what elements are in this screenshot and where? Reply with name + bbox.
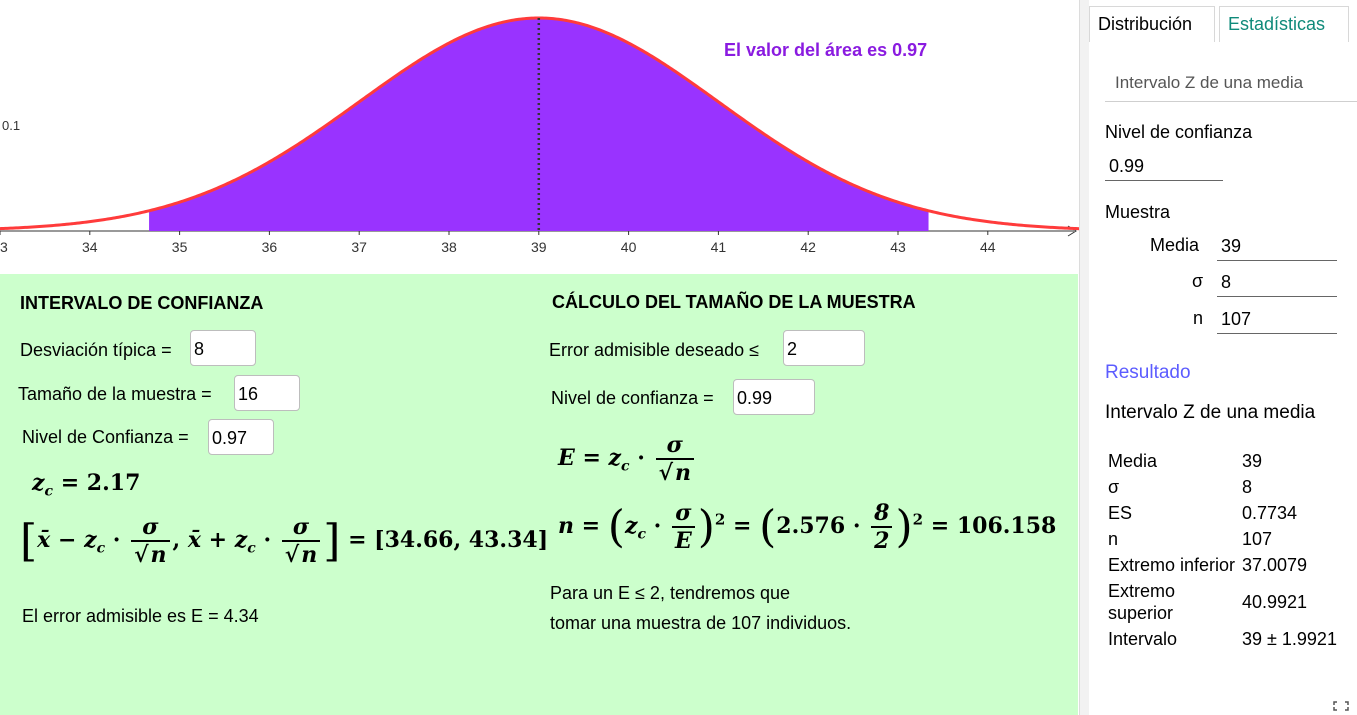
- sample-label: Muestra: [1105, 202, 1171, 222]
- result-row: n 107: [1105, 526, 1340, 552]
- result-value: 107: [1242, 528, 1273, 549]
- results-table: Media 39 σ 8 ES 0.7734 n 107 Extremo inferior 37.…: [1105, 448, 1340, 652]
- x-tick-label: 43: [890, 239, 906, 255]
- z-value: 2.576: [776, 513, 846, 539]
- sd-input[interactable]: 8: [190, 330, 256, 366]
- result-value: 40.9921: [1242, 591, 1308, 612]
- conclusion-line-2: tomar una muestra de 107 individuos.: [550, 613, 852, 633]
- result-subtitle: Intervalo Z de una media: [1105, 402, 1316, 423]
- size-confidence-input[interactable]: 0.99: [733, 379, 815, 415]
- result-key: Extremo superior: [1108, 581, 1176, 623]
- x-tick-label: 44: [980, 239, 996, 255]
- mean-field[interactable]: 39: [1217, 233, 1337, 261]
- sample-size-label: Tamaño de la muestra =: [18, 384, 212, 404]
- result-value: 39 ± 1.9921: [1242, 628, 1337, 649]
- result-key: Extremo inferior: [1108, 555, 1236, 575]
- x-tick-label: 36: [261, 239, 278, 255]
- result-row: σ8: [1105, 474, 1340, 500]
- confidence-level-label: Nivel de confianza: [1105, 122, 1253, 142]
- error-text: El error admisible es E = 4.34: [22, 606, 259, 626]
- n-field[interactable]: 107: [1217, 306, 1337, 334]
- zc-value: = 2.17: [60, 470, 141, 496]
- size-confidence-label: Nivel de confianza =: [551, 388, 714, 408]
- confidence-level-field[interactable]: 0.99: [1105, 153, 1223, 181]
- desired-error-input[interactable]: 2: [783, 330, 865, 366]
- result-value: 39: [1242, 450, 1263, 471]
- distribution-graph[interactable]: 0.1 El valor del área es 0.97 33 34 35 36 37…: [0, 0, 1080, 270]
- sigma-label: σ: [1192, 271, 1204, 291]
- confidence-level-input[interactable]: 0.97: [208, 419, 274, 455]
- result-row: Intervalo 39 ± 1.9921: [1105, 626, 1340, 652]
- x-tick-label: 34: [82, 239, 98, 255]
- fullscreen-icon[interactable]: [1333, 701, 1349, 711]
- sample-size-title: CÁLCULO DEL TAMAÑO DE LA MUESTRA: [552, 292, 916, 312]
- sigma-field[interactable]: 8: [1217, 269, 1337, 297]
- area-value-label: El valor del área es 0.97: [724, 40, 928, 60]
- result-row: Media 39: [1105, 448, 1340, 474]
- result-row: Extremo inferior 37.0079: [1105, 552, 1340, 578]
- sd-label: Desviación típica =: [20, 340, 172, 360]
- result-title: Resultado: [1105, 362, 1191, 383]
- tab-distribution[interactable]: Distribución: [1089, 6, 1215, 42]
- error-formula: E = zc · σ √n: [558, 432, 697, 486]
- x-tick-label: 40: [620, 239, 637, 255]
- frac-denominator: 2: [874, 528, 890, 554]
- result-value: 0.7734: [1242, 502, 1298, 523]
- sample-size-input[interactable]: 16: [234, 375, 300, 411]
- conclusion-line-1: Para un E ≤ 2, tendremos que: [550, 583, 791, 603]
- result-row: Extremo superior 40.9921: [1105, 578, 1340, 626]
- x-tick-label: 38: [441, 239, 457, 255]
- result-key: Media: [1108, 451, 1158, 471]
- statistics-sidebar: Distribución Estadísticas Intervalo Z de…: [1089, 0, 1357, 715]
- x-tick-label: 41: [710, 239, 727, 255]
- interval-formula: [x̄ − zc · σ √n, x̄ + zc · σ √n] = [34.66,…: [20, 514, 549, 568]
- n-result: = 106.158: [930, 513, 1057, 539]
- result-key: ES: [1108, 503, 1133, 523]
- calculation-panel: INTERVALO DE CONFIANZA Desviación típica…: [0, 274, 1078, 715]
- result-key: n: [1108, 529, 1119, 549]
- result-value: 37.0079: [1242, 554, 1308, 575]
- desired-error-label: Error admisible deseado ≤: [549, 340, 759, 360]
- n-label: n: [1193, 308, 1204, 328]
- x-tick-label: 37: [351, 239, 367, 255]
- tab-statistics[interactable]: Estadísticas: [1219, 6, 1349, 42]
- result-row: ES 0.7734: [1105, 500, 1340, 526]
- result-key: Intervalo: [1108, 629, 1178, 649]
- n-formula: n = (zc · σ E)2 = (2.576 · 8 2)2 = 106.158: [558, 500, 1057, 554]
- x-tick-label: 33: [0, 239, 8, 255]
- interval-result: = [34.66, 43.34]: [348, 527, 549, 553]
- x-tick-label: 42: [800, 239, 816, 255]
- result-key: σ: [1108, 477, 1120, 497]
- frac-numerator: 8: [871, 500, 893, 528]
- y-tick-label: 0.1: [2, 118, 21, 133]
- procedure-select[interactable]: Intervalo Z de una media: [1105, 73, 1357, 102]
- confidence-level-label: Nivel de Confianza =: [22, 427, 189, 447]
- result-value: 8: [1242, 476, 1253, 497]
- confidence-interval-title: INTERVALO DE CONFIANZA: [20, 293, 264, 313]
- zc-formula: zc = 2.17: [32, 470, 141, 500]
- x-tick-label: 35: [171, 239, 188, 255]
- mean-label: Media: [1150, 235, 1200, 255]
- x-tick-label: 39: [531, 239, 547, 255]
